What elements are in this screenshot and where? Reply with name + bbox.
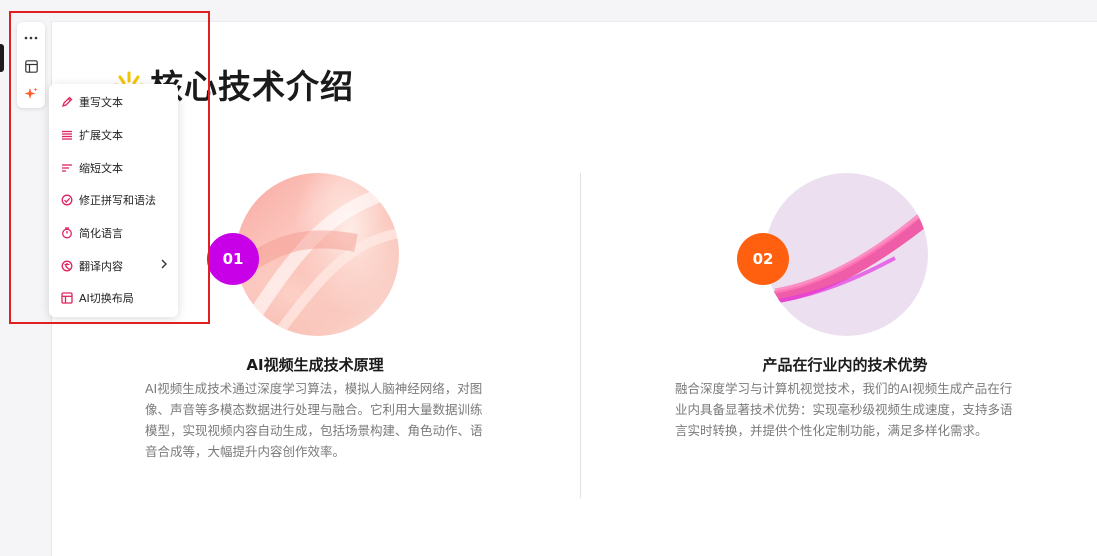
- menu-item-label: 修正拼写和语法: [79, 194, 156, 208]
- more-icon[interactable]: [21, 28, 41, 48]
- menu-item-label: 重写文本: [79, 96, 123, 110]
- spellcheck-icon: [61, 194, 73, 206]
- card-1-abstract-shape: [236, 186, 399, 336]
- card-1-body: AI视频生成技术通过深度学习算法，模拟人脑神经网络，对图像、声音等多模态数据进行…: [145, 381, 483, 459]
- card-2-number-badge: 02: [737, 233, 789, 285]
- chevron-right-icon: [160, 259, 168, 272]
- menu-item-expand[interactable]: 扩展文本: [49, 119, 178, 152]
- expand-lines-icon: [61, 129, 73, 141]
- active-sidebar-marker: [0, 44, 4, 72]
- menu-item-ai-switch-layout[interactable]: AI切换布局: [49, 282, 178, 315]
- card-1-number-badge: 01: [207, 233, 259, 285]
- menu-item-rewrite[interactable]: 重写文本: [49, 86, 178, 119]
- menu-item-label: 简化语言: [79, 227, 123, 241]
- card-2-image: [765, 173, 928, 336]
- ai-actions-menu: 重写文本 扩展文本 缩短文本 修正拼写和语法 简化语言 翻译内容 AI切换布局: [49, 84, 178, 317]
- block-toolbar: [17, 22, 45, 108]
- layout-icon[interactable]: [21, 56, 41, 76]
- menu-item-shorten[interactable]: 缩短文本: [49, 151, 178, 184]
- translate-icon: [61, 260, 73, 272]
- menu-item-fix-spelling[interactable]: 修正拼写和语法: [49, 184, 178, 217]
- ai-sparkle-icon[interactable]: [21, 84, 41, 104]
- menu-item-label: 扩展文本: [79, 129, 123, 143]
- shorten-lines-icon: [61, 162, 73, 174]
- card-1-title: AI视频生成技术原理: [246, 356, 384, 374]
- simplify-icon: [61, 227, 73, 239]
- card-2-ribbon-shape: [765, 209, 928, 305]
- pen-icon: [61, 96, 73, 108]
- menu-item-label: 翻译内容: [79, 259, 123, 273]
- menu-item-label: AI切换布局: [79, 292, 134, 306]
- column-divider: [580, 173, 581, 498]
- card-1-image: [236, 173, 399, 336]
- menu-item-translate[interactable]: 翻译内容: [49, 249, 178, 282]
- card-2-title: 产品在行业内的技术优势: [762, 356, 928, 374]
- card-2-body: 融合深度学习与计算机视觉技术，我们的AI视频生成产品在行业内具备显著技术优势：实…: [675, 381, 1013, 438]
- layout-switch-icon: [61, 292, 73, 305]
- page-title: 核心技术介绍: [150, 67, 354, 106]
- menu-item-simplify[interactable]: 简化语言: [49, 217, 178, 250]
- menu-item-label: 缩短文本: [79, 161, 123, 175]
